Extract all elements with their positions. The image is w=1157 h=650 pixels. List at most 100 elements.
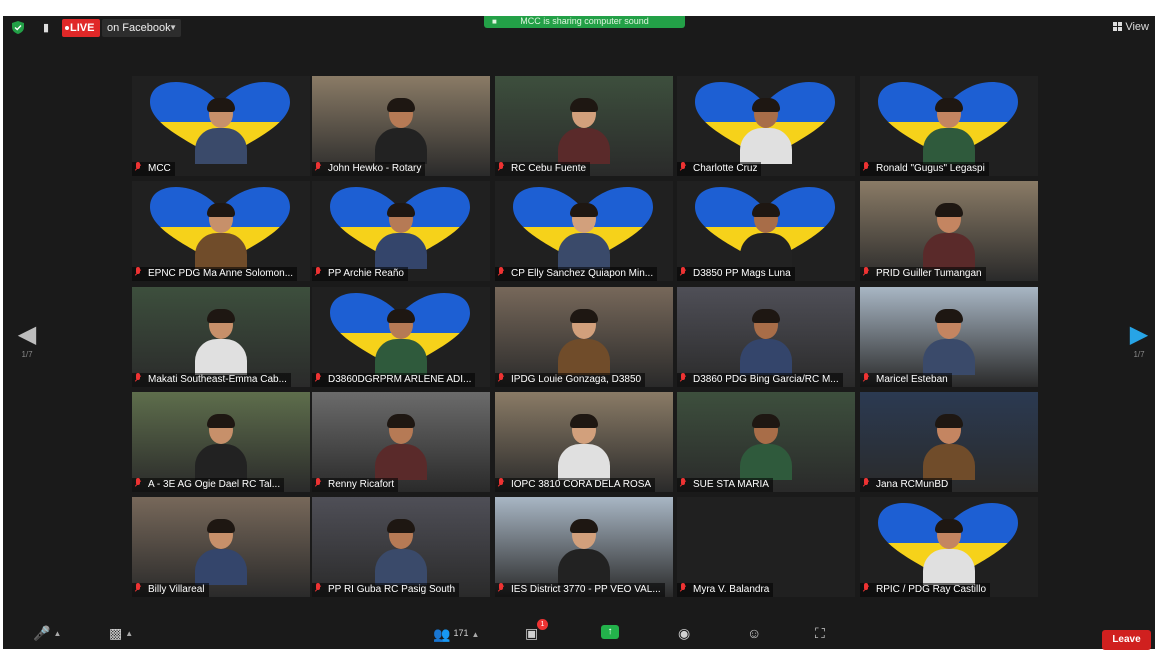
record-button[interactable]: ◉: [678, 625, 690, 641]
security-shield-icon[interactable]: [12, 21, 24, 34]
participant-video: [740, 309, 792, 375]
participant-video: [375, 203, 427, 269]
meeting-toolbar: 🎤 ▲ ▩ ▲ 👥 171 ▲ ▣ 1 ↑ ◉ ☺ ⛶ Leave: [3, 617, 1155, 650]
muted-mic-icon: [497, 583, 505, 593]
video-tile[interactable]: SUE STA MARIA: [677, 392, 855, 492]
video-tile[interactable]: IPDG Louie Gonzaga, D3850: [495, 287, 673, 387]
chat-button[interactable]: ▣ 1: [525, 619, 548, 641]
participant-video: [923, 519, 975, 585]
muted-mic-icon: [862, 478, 870, 488]
video-tile[interactable]: RC Cebu Fuente: [495, 76, 673, 176]
video-tile[interactable]: PRID Guiller Tumangan: [860, 181, 1038, 281]
chevron-left-icon: ◀: [17, 321, 37, 348]
participant-name-label: Makati Southeast-Emma Cab...: [132, 373, 291, 387]
record-icon: ◉: [678, 625, 691, 641]
participant-video: [558, 98, 610, 164]
chevron-right-icon: ▶: [1129, 321, 1149, 348]
participant-name-label: IOPC 3810 CORA DELA ROSA: [495, 478, 656, 492]
audio-options-chevron-icon[interactable]: ▲: [53, 629, 61, 638]
muted-mic-icon: [134, 267, 142, 277]
participant-name: RPIC / PDG Ray Castillo: [876, 584, 987, 595]
video-tile[interactable]: D3850 PP Mags Luna: [677, 181, 855, 281]
reactions-button[interactable]: ☺: [747, 625, 761, 641]
video-tile[interactable]: Maricel Esteban: [860, 287, 1038, 387]
muted-mic-icon: [497, 267, 505, 277]
live-stream-dropdown[interactable]: on Facebook ▼: [102, 19, 181, 37]
page-indicator-right: 1/7: [1133, 350, 1145, 359]
video-off-camera-icon: ▩: [109, 625, 123, 641]
video-tile[interactable]: MCC: [132, 76, 310, 176]
mute-button[interactable]: 🎤 ▲: [33, 625, 61, 642]
participant-name: Charlotte Cruz: [693, 163, 758, 174]
participant-name-label: Charlotte Cruz: [677, 162, 762, 176]
video-options-chevron-icon[interactable]: ▲: [125, 629, 133, 638]
video-tile[interactable]: Myra V. Balandra: [677, 497, 855, 597]
participant-name-label: John Hewko - Rotary: [312, 162, 426, 176]
participant-video: [923, 309, 975, 375]
muted-mic-icon: [497, 478, 505, 488]
video-tile[interactable]: Jana RCMunBD: [860, 392, 1038, 492]
video-tile[interactable]: A - 3E AG Ogie Dael RC Tal...: [132, 392, 310, 492]
video-tile[interactable]: Makati Southeast-Emma Cab...: [132, 287, 310, 387]
notice-text: MCC is sharing computer sound: [520, 16, 649, 26]
video-tile[interactable]: Billy Villareal: [132, 497, 310, 597]
participant-name-label: EPNC PDG Ma Anne Solomon...: [132, 267, 298, 281]
participants-chevron-icon[interactable]: ▲: [471, 630, 479, 639]
video-tile[interactable]: D3860 PDG Bing Garcia/RC M...: [677, 287, 855, 387]
participant-name-label: D3860 PDG Bing Garcia/RC M...: [677, 373, 843, 387]
participant-name: MCC: [148, 163, 171, 174]
participant-video: [195, 414, 247, 480]
muted-mic-icon: [679, 267, 687, 277]
participant-name-label: PP RI Guba RC Pasig South: [312, 583, 460, 597]
video-tile[interactable]: EPNC PDG Ma Anne Solomon...: [132, 181, 310, 281]
next-page-button[interactable]: ▶ 1/7: [1124, 321, 1154, 360]
live-badge: LIVE: [62, 19, 100, 37]
participant-name: John Hewko - Rotary: [328, 163, 422, 174]
muted-mic-icon: [314, 583, 322, 593]
participant-video: [195, 519, 247, 585]
participants-button[interactable]: 👥 171 ▲: [433, 625, 479, 643]
participant-name-label: IPDG Louie Gonzaga, D3850: [495, 373, 646, 387]
stream-target-label: on Facebook: [107, 22, 171, 34]
recording-mic-icon: ▮: [42, 22, 50, 34]
video-tile[interactable]: RPIC / PDG Ray Castillo: [860, 497, 1038, 597]
muted-mic-icon: [314, 373, 322, 383]
video-tile[interactable]: CP Elly Sanchez Quiapon Min...: [495, 181, 673, 281]
video-tile[interactable]: Ronald "Gugus" Legaspi: [860, 76, 1038, 176]
participant-name: IES District 3770 - PP VEO VAL...: [511, 584, 661, 595]
participants-icon: 👥: [433, 626, 451, 642]
participant-name: SUE STA MARIA: [693, 479, 769, 490]
muted-mic-icon: [679, 583, 687, 593]
muted-mic-icon: [862, 267, 870, 277]
participant-name-label: MCC: [132, 162, 175, 176]
participant-name: D3850 PP Mags Luna: [693, 268, 791, 279]
participant-video: [375, 414, 427, 480]
share-arrow-icon: ↑: [607, 626, 613, 637]
share-screen-button[interactable]: ↑: [601, 625, 619, 639]
video-button[interactable]: ▩ ▲: [109, 625, 133, 642]
video-tile[interactable]: PP Archie Reaño: [312, 181, 490, 281]
fullscreen-button[interactable]: ⛶: [815, 625, 825, 641]
previous-page-button[interactable]: ◀ 1/7: [12, 321, 42, 360]
video-tile[interactable]: Charlotte Cruz: [677, 76, 855, 176]
participant-name: Maricel Esteban: [876, 374, 948, 385]
participant-name-label: Maricel Esteban: [860, 373, 952, 387]
leave-button[interactable]: Leave: [1102, 630, 1151, 650]
video-tile[interactable]: D3860DGRPRM ARLENE ADI...: [312, 287, 490, 387]
video-tile[interactable]: Renny Ricafort: [312, 392, 490, 492]
video-tile[interactable]: John Hewko - Rotary: [312, 76, 490, 176]
participant-video: [558, 309, 610, 375]
muted-mic-icon: [134, 162, 142, 172]
video-tile[interactable]: PP RI Guba RC Pasig South: [312, 497, 490, 597]
video-tile[interactable]: IOPC 3810 CORA DELA ROSA: [495, 392, 673, 492]
zoom-meeting-window: ▮ LIVE on Facebook ▼ ■ MCC is sharing co…: [3, 16, 1155, 650]
chat-bubble-icon: ▣: [525, 625, 539, 641]
participant-name-label: D3850 PP Mags Luna: [677, 267, 795, 281]
participant-name: PP Archie Reaño: [328, 268, 404, 279]
muted-microphone-icon: 🎤: [33, 625, 51, 641]
participant-name: D3860DGRPRM ARLENE ADI...: [328, 374, 472, 385]
view-button[interactable]: View: [1113, 20, 1149, 34]
video-tile[interactable]: IES District 3770 - PP VEO VAL...: [495, 497, 673, 597]
participant-name: PRID Guiller Tumangan: [876, 268, 982, 279]
page-indicator-left: 1/7: [21, 350, 33, 359]
